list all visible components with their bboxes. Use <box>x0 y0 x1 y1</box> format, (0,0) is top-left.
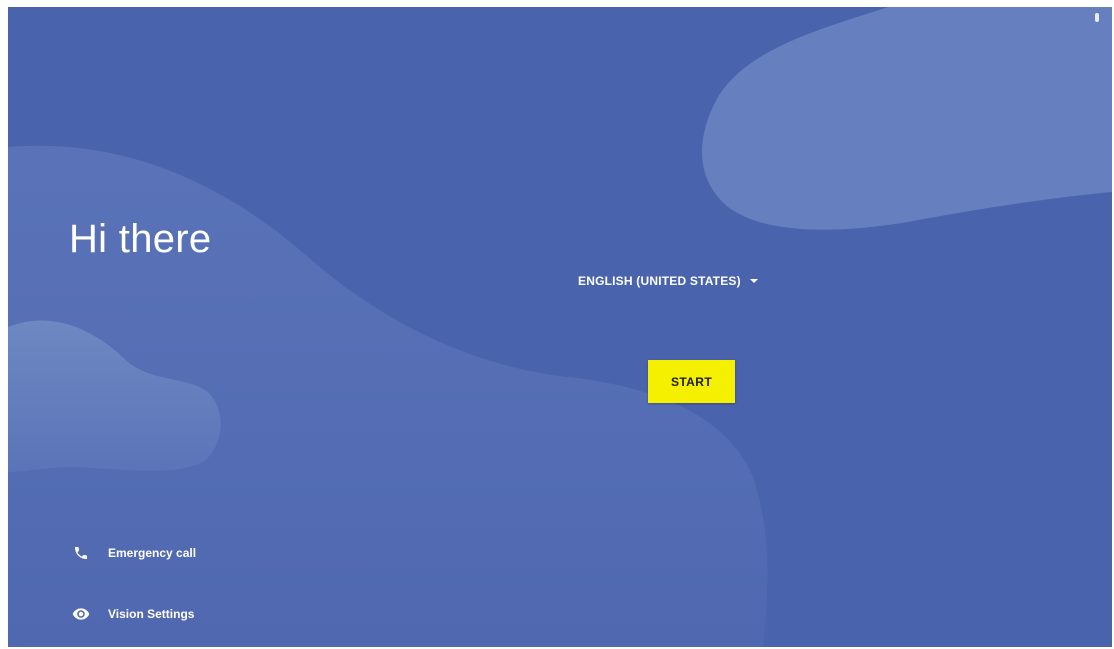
vision-settings-label: Vision Settings <box>108 607 195 621</box>
language-selector[interactable]: ENGLISH (UNITED STATES) <box>578 269 758 293</box>
emergency-call-button[interactable]: Emergency call <box>71 541 196 565</box>
battery-icon <box>1095 13 1099 22</box>
emergency-call-label: Emergency call <box>108 546 197 560</box>
dropdown-arrow-icon <box>749 279 758 283</box>
greeting-title: Hi there <box>69 217 212 261</box>
phone-icon <box>71 543 91 563</box>
start-button[interactable]: START <box>648 360 735 403</box>
setup-welcome-screen: Hi there ENGLISH (UNITED STATES) START E… <box>8 7 1112 647</box>
vision-settings-button[interactable]: Vision Settings <box>71 602 194 626</box>
eye-icon <box>71 604 91 624</box>
language-label: ENGLISH (UNITED STATES) <box>578 274 741 288</box>
background-blob-top-right <box>701 7 1112 230</box>
